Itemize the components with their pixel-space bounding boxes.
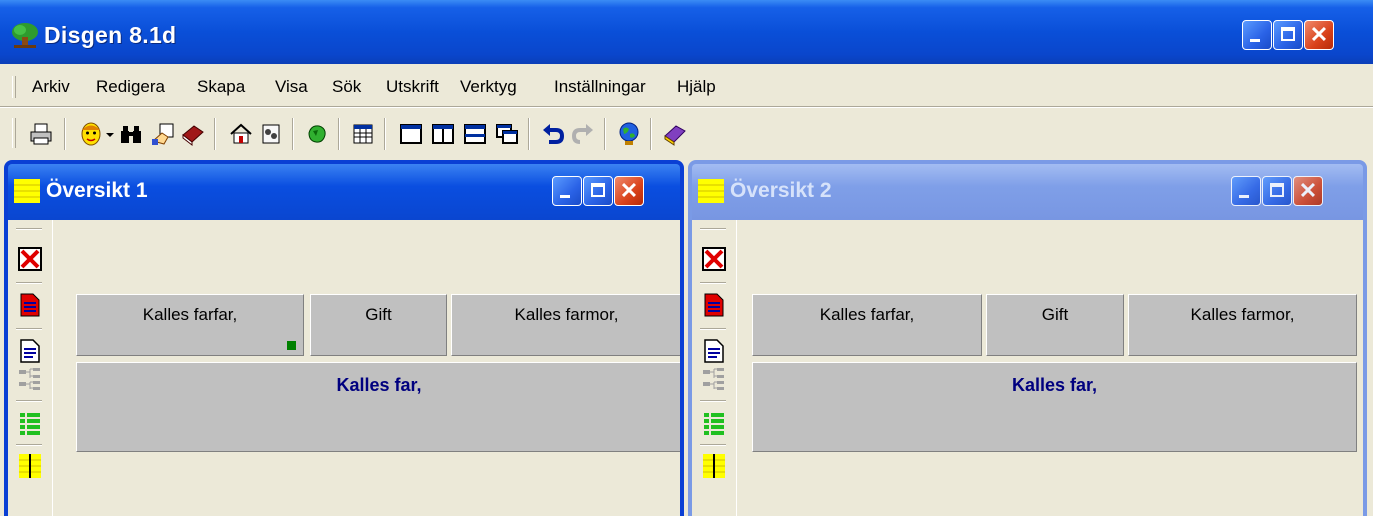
two-columns-icon[interactable] <box>430 121 456 147</box>
menu-sok[interactable]: Sök <box>332 77 361 97</box>
window-1-maximize-button[interactable] <box>583 176 613 206</box>
maximize-icon <box>1270 183 1284 197</box>
delete-icon[interactable] <box>701 246 727 272</box>
minimize-icon <box>1250 39 1260 42</box>
binoculars-icon[interactable] <box>118 121 144 147</box>
person-name: Kalles far, <box>336 375 422 395</box>
minimize-icon <box>1239 195 1249 198</box>
document-red-icon[interactable] <box>701 292 727 318</box>
family-tree-icon[interactable] <box>701 366 727 392</box>
world-icon[interactable] <box>616 121 642 147</box>
mother-of-father-cell[interactable]: Kalles farmor, <box>451 294 680 356</box>
relation-cell[interactable]: Gift <box>310 294 447 356</box>
window-2-minimize-button[interactable] <box>1231 176 1261 206</box>
relation-label: Gift <box>365 305 392 324</box>
maximize-icon <box>1281 27 1295 41</box>
person-name: Kalles far, <box>1011 375 1098 395</box>
father-of-father-name: Kalles farfar, <box>819 305 915 324</box>
menu-arkiv[interactable]: Arkiv <box>32 77 70 97</box>
minimize-icon <box>560 195 570 198</box>
relation-label: Gift <box>1041 305 1069 324</box>
menu-grip <box>12 76 16 98</box>
window-2-maximize-button[interactable] <box>1262 176 1292 206</box>
menu-hjalp[interactable]: Hjälp <box>677 77 716 97</box>
maximize-button[interactable] <box>1273 20 1303 50</box>
notebook-icon[interactable] <box>258 121 284 147</box>
menu-installningar[interactable]: Inställningar <box>554 77 646 97</box>
list-green-icon[interactable] <box>701 410 727 436</box>
tree-icon <box>12 23 38 48</box>
father-of-father-cell[interactable]: Kalles farfar, <box>752 294 982 356</box>
globe-green-icon[interactable] <box>304 121 330 147</box>
menu-redigera[interactable]: Redigera <box>96 77 165 97</box>
menu-visa[interactable]: Visa <box>275 77 308 97</box>
main-toolbar <box>0 108 1373 158</box>
two-rows-icon[interactable] <box>462 121 488 147</box>
document-red-icon[interactable] <box>17 292 43 318</box>
mother-of-father-name: Kalles farmor, <box>514 305 619 324</box>
printer-icon[interactable] <box>28 121 54 147</box>
father-of-father-name: Kalles farfar, <box>142 305 238 324</box>
window-2-vertical-toolbar <box>696 226 730 516</box>
close-button[interactable]: ✕ <box>1304 20 1334 50</box>
close-icon: ✕ <box>619 178 639 203</box>
window-2-client: Kalles farfar, Gift Kalles farmor, Kalle… <box>692 220 1363 516</box>
minimize-button[interactable] <box>1242 20 1272 50</box>
person-cell[interactable]: Kalles far, <box>76 362 680 452</box>
window-1-title-bar[interactable]: Översikt 1 ✕ <box>8 164 680 220</box>
window-1-minimize-button[interactable] <box>552 176 582 206</box>
father-of-father-cell[interactable]: Kalles farfar, <box>76 294 304 356</box>
menu-utskrift[interactable]: Utskrift <box>386 77 439 97</box>
menu-skapa[interactable]: Skapa <box>197 77 245 97</box>
person-icon[interactable] <box>78 121 104 147</box>
maximize-icon <box>591 183 605 197</box>
window-1-client: Kalles farfar, Gift Kalles farmor, Kalle… <box>8 220 680 516</box>
overview-window-1[interactable]: Översikt 1 ✕ Kalles farfar, Gift Kalles … <box>4 160 684 516</box>
close-icon: ✕ <box>1298 178 1318 203</box>
app-title: Disgen 8.1d <box>44 22 177 48</box>
help-book-icon[interactable] <box>662 121 688 147</box>
book-icon[interactable] <box>180 121 206 147</box>
document-icon[interactable] <box>701 338 727 364</box>
hand-note-icon[interactable] <box>150 121 176 147</box>
overview-window-2[interactable]: Översikt 2 ✕ Kalles farfar, Gift Kalles … <box>688 160 1367 516</box>
undo-icon[interactable] <box>540 121 566 147</box>
dropdown-arrow-icon[interactable] <box>104 121 116 147</box>
mother-of-father-cell[interactable]: Kalles farmor, <box>1128 294 1357 356</box>
overview-icon <box>698 179 724 203</box>
delete-icon[interactable] <box>17 246 43 272</box>
redo-icon[interactable] <box>570 121 596 147</box>
yellow-overview-icon[interactable] <box>701 452 727 478</box>
window-2-title: Översikt 2 <box>730 179 832 202</box>
close-icon: ✕ <box>1309 22 1329 47</box>
family-tree-icon[interactable] <box>17 366 43 392</box>
green-marker <box>287 341 296 350</box>
main-title-bar[interactable]: Disgen 8.1d ✕ <box>0 0 1373 64</box>
document-icon[interactable] <box>17 338 43 364</box>
toolbar-grip <box>12 118 16 148</box>
person-cell[interactable]: Kalles far, <box>752 362 1357 452</box>
window-1-title: Översikt 1 <box>46 179 148 202</box>
window-2-close-button[interactable]: ✕ <box>1293 176 1323 206</box>
window-1-vertical-toolbar <box>12 226 46 516</box>
window-2-title-bar[interactable]: Översikt 2 ✕ <box>692 164 1363 220</box>
menu-verktyg[interactable]: Verktyg <box>460 77 517 97</box>
list-green-icon[interactable] <box>17 410 43 436</box>
yellow-overview-icon[interactable] <box>17 452 43 478</box>
overview-icon <box>14 179 40 203</box>
grid-icon[interactable] <box>350 121 376 147</box>
single-pane-icon[interactable] <box>398 121 424 147</box>
cascade-windows-icon[interactable] <box>494 121 520 147</box>
menu-bar: Arkiv Redigera Skapa Visa Sök Utskrift V… <box>0 68 1373 106</box>
home-icon[interactable] <box>228 121 254 147</box>
window-1-close-button[interactable]: ✕ <box>614 176 644 206</box>
relation-cell[interactable]: Gift <box>986 294 1124 356</box>
mother-of-father-name: Kalles farmor, <box>1190 305 1295 324</box>
